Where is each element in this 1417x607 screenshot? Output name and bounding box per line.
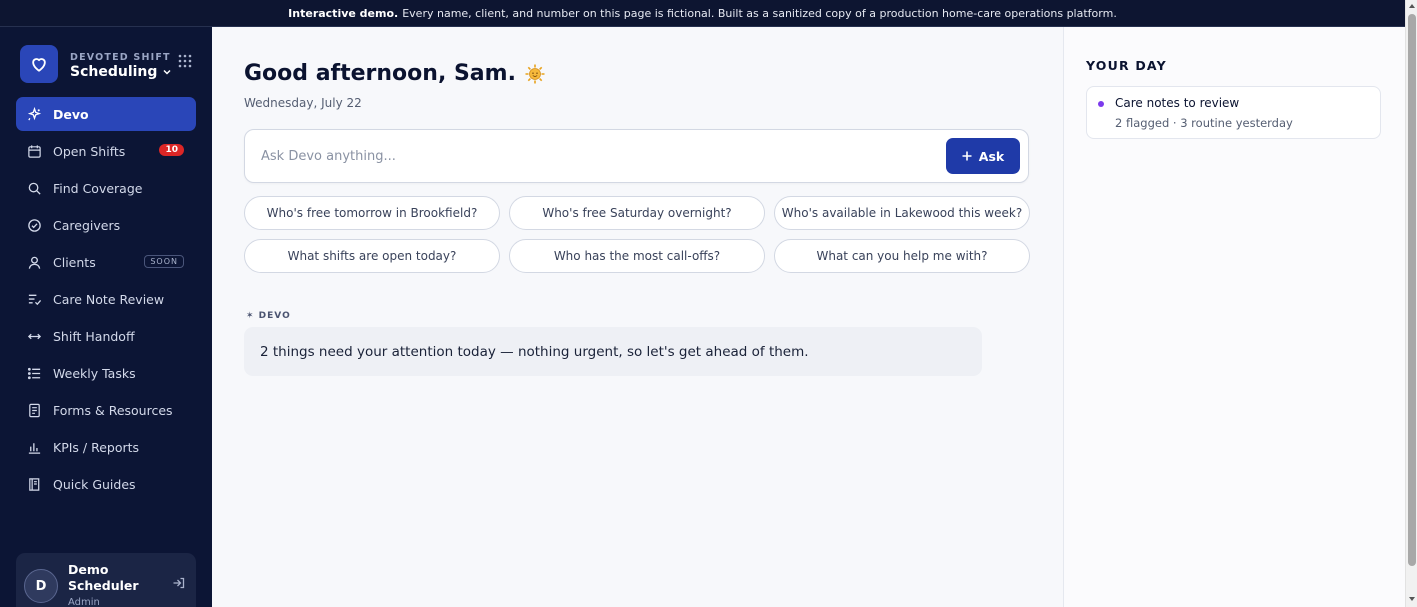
devo-label: ✶ DEVO xyxy=(246,311,291,321)
ask-devo-box: Ask xyxy=(244,129,1029,183)
apps-grid-icon[interactable] xyxy=(178,54,192,68)
sidebar-item-label: Forms & Resources xyxy=(53,402,173,418)
check-circle-icon xyxy=(28,218,41,232)
sidebar-item-label: Devo xyxy=(53,106,89,122)
sun-emoji-icon xyxy=(525,64,545,83)
sidebar-item-label: KPIs / Reports xyxy=(53,439,140,455)
book-icon xyxy=(29,477,40,491)
sidebar-item-caregivers[interactable]: Caregivers xyxy=(16,208,196,242)
sidebar-item-find-coverage[interactable]: Find Coverage xyxy=(16,171,196,205)
user-name: Demo Scheduler xyxy=(68,562,139,593)
sidebar: DEVOTED SHIFT Scheduling Devo Open Shift… xyxy=(0,27,212,607)
sparkle-icon xyxy=(27,106,42,120)
ask-devo-input[interactable] xyxy=(261,142,921,170)
suggestion-chip[interactable]: Who's free Saturday overnight? xyxy=(509,196,765,230)
sidebar-item-label: Quick Guides xyxy=(53,476,136,492)
greeting-text: Good afternoon, Sam. xyxy=(244,61,516,86)
scroll-thumb[interactable] xyxy=(1408,14,1416,566)
your-day-item-subtitle: 2 flagged · 3 routine yesterday xyxy=(1115,116,1293,130)
brand[interactable]: DEVOTED SHIFT Scheduling xyxy=(20,45,196,85)
sidebar-item-clients[interactable]: Clients SOON xyxy=(16,245,196,279)
sidebar-item-label: Find Coverage xyxy=(53,180,143,196)
product-switcher[interactable]: Scheduling xyxy=(70,64,172,80)
list-icon xyxy=(27,367,41,379)
sidebar-nav: Devo Open Shifts 10 Find Coverage Caregi… xyxy=(16,97,196,504)
brand-kicker: DEVOTED SHIFT xyxy=(70,52,171,63)
search-icon xyxy=(28,182,41,195)
sidebar-item-shift-handoff[interactable]: Shift Handoff xyxy=(16,319,196,353)
soon-tag: SOON xyxy=(144,255,184,268)
suggestion-chip[interactable]: Who has the most call-offs? xyxy=(509,239,765,273)
your-day-title: YOUR DAY xyxy=(1086,58,1167,73)
user-role: Admin xyxy=(68,597,100,607)
sidebar-item-forms-resources[interactable]: Forms & Resources xyxy=(16,393,196,427)
arrows-horizontal-icon xyxy=(27,333,42,339)
ask-button[interactable]: Ask xyxy=(946,138,1020,174)
sidebar-item-devo[interactable]: Devo xyxy=(16,97,196,131)
ask-button-label: Ask xyxy=(978,148,1005,164)
list-check-icon xyxy=(28,294,42,305)
sidebar-item-quick-guides[interactable]: Quick Guides xyxy=(16,467,196,501)
avatar: D xyxy=(24,569,58,603)
sidebar-item-label: Weekly Tasks xyxy=(53,365,136,381)
your-day-item[interactable]: Care notes to review 2 flagged · 3 routi… xyxy=(1086,86,1381,139)
status-dot xyxy=(1098,101,1104,107)
sidebar-item-open-shifts[interactable]: Open Shifts 10 xyxy=(16,134,196,168)
page-title: Good afternoon, Sam. xyxy=(244,61,546,86)
suggestion-chip[interactable]: What shifts are open today? xyxy=(244,239,500,273)
calendar-icon xyxy=(28,144,41,158)
user-card[interactable]: D Demo Scheduler Admin xyxy=(16,553,196,607)
open-shifts-count-badge: 10 xyxy=(159,144,184,156)
sidebar-item-label: Caregivers xyxy=(53,217,121,233)
demo-banner: Interactive demo. Every name, client, an… xyxy=(0,0,1405,27)
sidebar-item-label: Open Shifts xyxy=(53,143,126,159)
suggestion-chip[interactable]: Who's available in Lakewood this week? xyxy=(774,196,1030,230)
sidebar-item-label: Care Note Review xyxy=(53,291,165,307)
suggestion-chips: Who's free tomorrow in Brookfield? Who's… xyxy=(244,196,1030,273)
suggestion-chip[interactable]: Who's free tomorrow in Brookfield? xyxy=(244,196,500,230)
chevron-down-icon xyxy=(163,69,171,75)
sidebar-item-kpis-reports[interactable]: KPIs / Reports xyxy=(16,430,196,464)
your-day-item-title: Care notes to review xyxy=(1115,96,1240,110)
scroll-down-icon[interactable] xyxy=(1408,595,1416,603)
devo-message: 2 things need your attention today — not… xyxy=(244,327,982,376)
current-date: Wednesday, July 22 xyxy=(244,96,362,110)
scrollbar[interactable] xyxy=(1405,0,1417,607)
heart-icon xyxy=(20,45,58,83)
sidebar-item-label: Shift Handoff xyxy=(53,328,135,344)
user-icon xyxy=(28,256,41,269)
bar-chart-icon xyxy=(28,442,41,454)
document-icon xyxy=(29,403,40,417)
demo-banner-bold: Interactive demo. xyxy=(288,6,399,20)
sidebar-item-weekly-tasks[interactable]: Weekly Tasks xyxy=(16,356,196,390)
plus-sparkle-icon xyxy=(962,151,972,161)
logout-icon[interactable] xyxy=(172,576,186,590)
sidebar-item-label: Clients xyxy=(53,254,96,270)
scroll-up-icon[interactable] xyxy=(1408,2,1416,10)
your-day-panel: YOUR DAY Care notes to review 2 flagged … xyxy=(1063,27,1405,607)
main-content: Good afternoon, Sam. Wednesday, July 22 … xyxy=(212,27,1063,607)
product-name: Scheduling xyxy=(70,64,158,80)
sidebar-item-care-note-review[interactable]: Care Note Review xyxy=(16,282,196,316)
suggestion-chip[interactable]: What can you help me with? xyxy=(774,239,1030,273)
demo-banner-text: Every name, client, and number on this p… xyxy=(402,6,1117,20)
